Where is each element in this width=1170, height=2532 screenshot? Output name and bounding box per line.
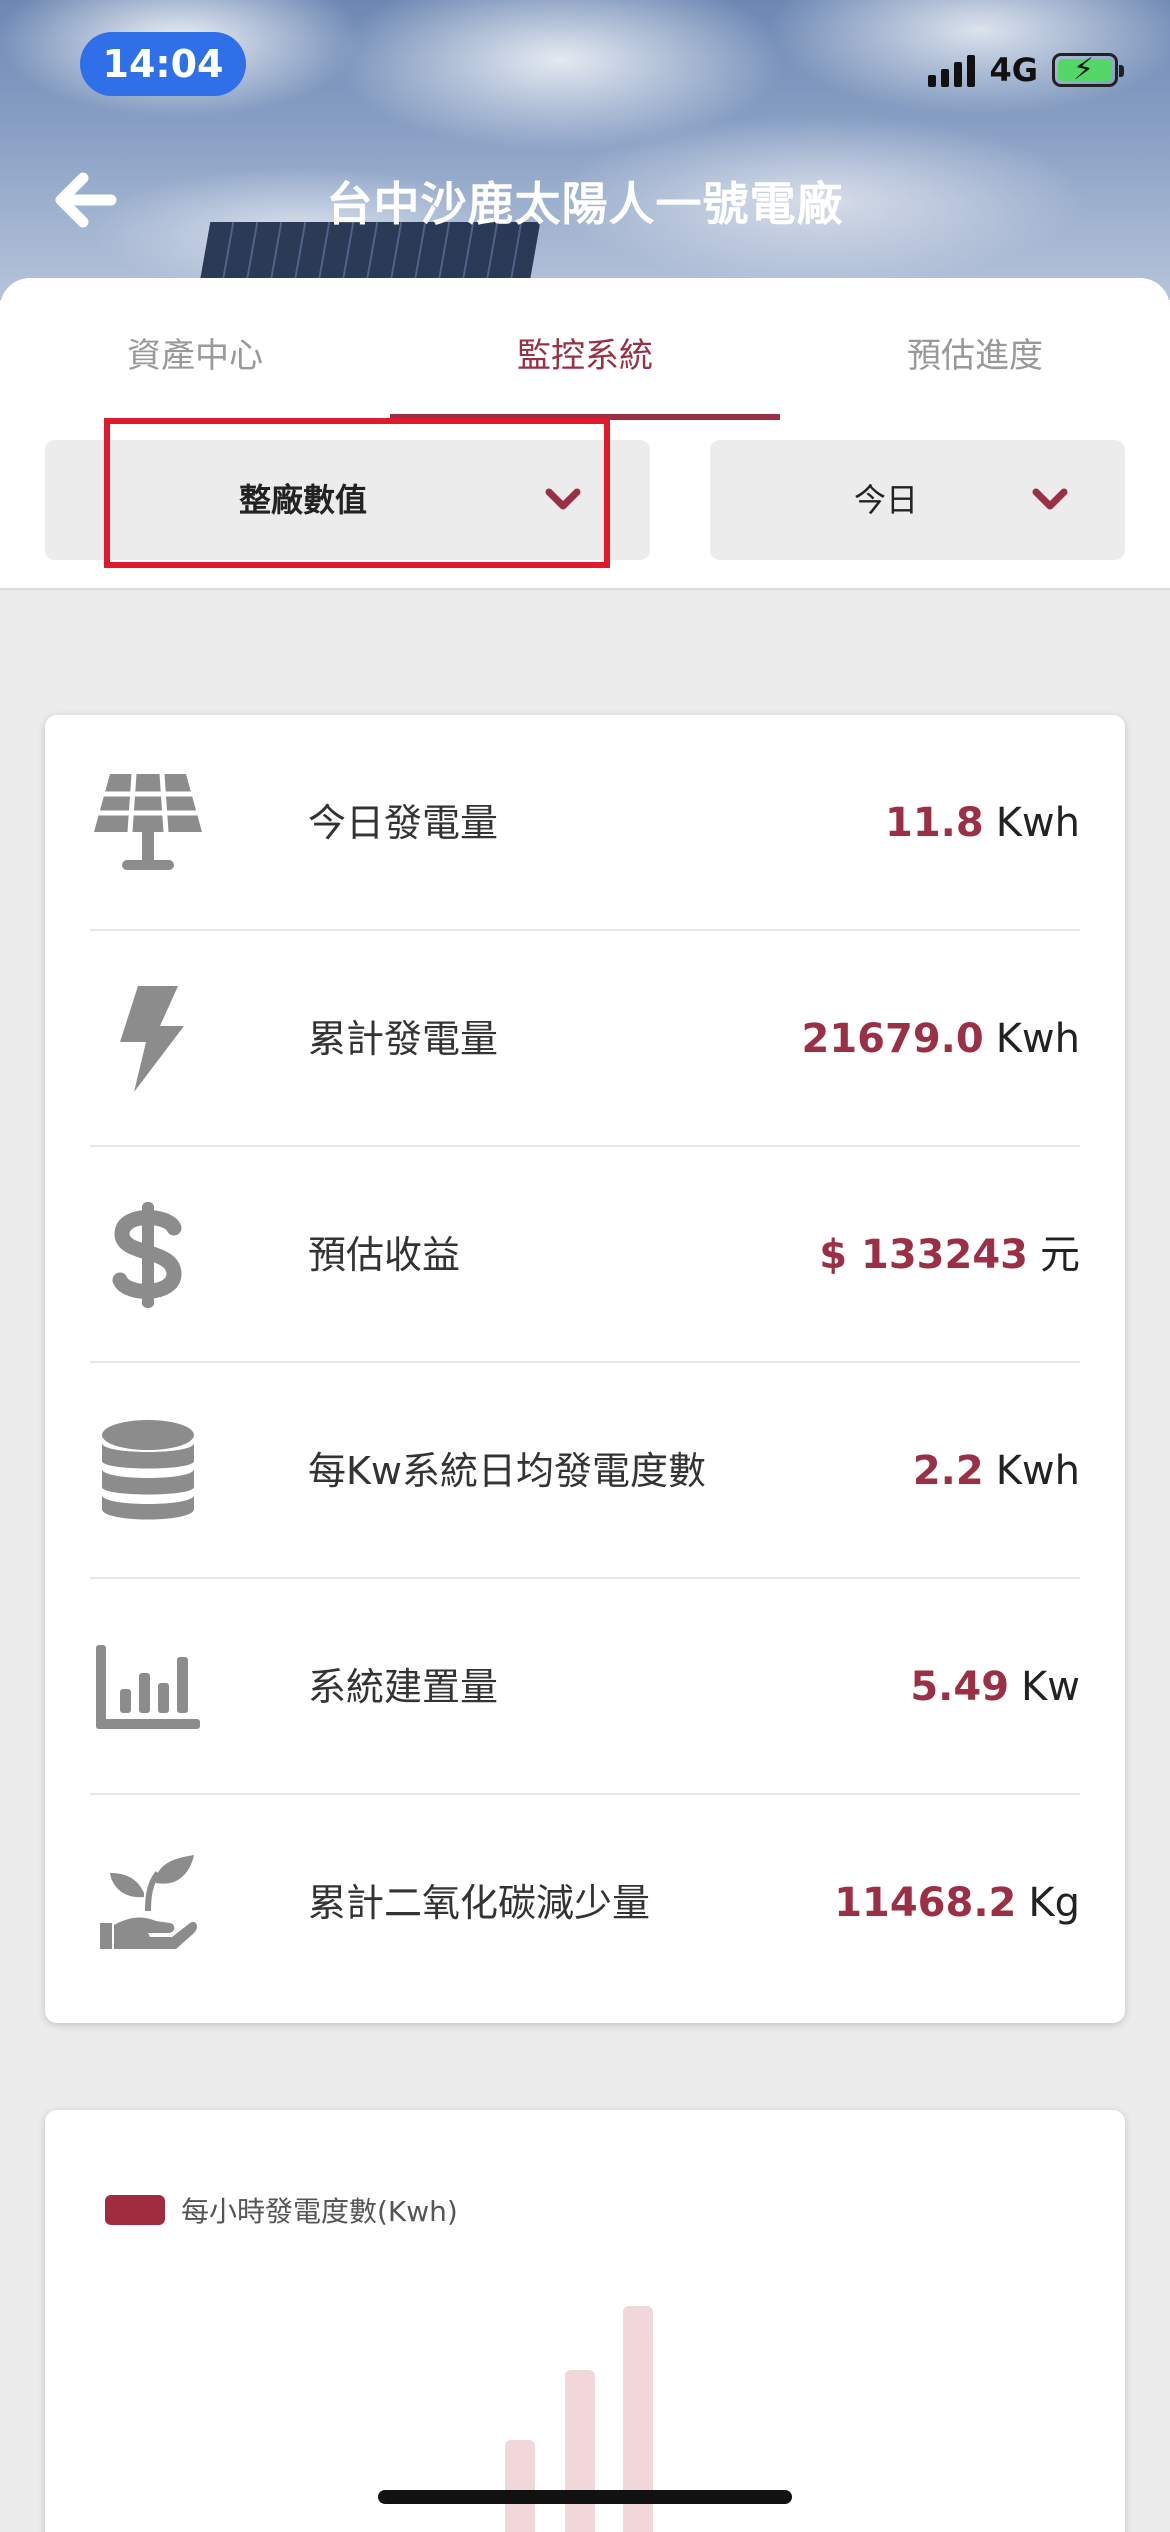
network-type: 4G [989, 51, 1038, 89]
stat-row-today-generation: 今日發電量 11.8 Kwh [90, 715, 1080, 931]
home-indicator [378, 2490, 792, 2504]
stats-card: 今日發電量 11.8 Kwh 累計發電量 21679.0 Kwh 預估收益 $ 13… [45, 715, 1125, 2023]
page-title: 台中沙鹿太陽人一號電廠 [326, 177, 844, 231]
stat-label: 系統建置量 [308, 1665, 499, 1709]
stat-value: 11468.2 Kg [834, 1880, 1080, 1926]
stat-label: 今日發電量 [308, 801, 499, 845]
tab-progress-estimate[interactable]: 預估進度 [780, 328, 1170, 377]
tab-asset-center[interactable]: 資產中心 [0, 328, 390, 377]
status-indicators: 4G ⚡ [928, 50, 1124, 90]
tab-monitoring[interactable]: 監控系統 [390, 328, 780, 377]
battery-icon: ⚡ [1052, 53, 1124, 87]
chevron-down-icon [1032, 488, 1068, 510]
period-dropdown-value: 今日 [854, 481, 919, 519]
tab-bar: 資產中心 監控系統 預估進度 [0, 278, 1170, 424]
chart-legend[interactable]: 每小時發電度數(Kwh) [105, 2190, 458, 2230]
stat-label: 累計發電量 [308, 1017, 499, 1061]
stat-value: $ 133243 元 [819, 1232, 1080, 1278]
stat-row-total-generation: 累計發電量 21679.0 Kwh [90, 931, 1080, 1147]
status-time: 14:04 [80, 32, 246, 96]
solar-panel-icon [90, 765, 206, 881]
hourly-chart-card: 每小時發電度數(Kwh) [45, 2110, 1125, 2532]
stat-value: 5.49 Kw [910, 1664, 1080, 1710]
stat-row-daily-avg-per-kw: 每Kw系統日均發電度數 2.2 Kwh [90, 1363, 1080, 1579]
stat-value: 11.8 Kwh [885, 800, 1080, 846]
stat-row-system-capacity: 系統建置量 5.49 Kw [90, 1579, 1080, 1795]
database-icon [90, 1413, 206, 1529]
chart-bar [505, 2440, 535, 2532]
legend-label: 每小時發電度數(Kwh) [181, 2195, 458, 2228]
stat-label: 每Kw系統日均發電度數 [308, 1449, 706, 1493]
dollar-icon [90, 1197, 206, 1313]
chart-bar [565, 2370, 595, 2532]
legend-swatch [105, 2195, 165, 2225]
highlight-annotation-box [104, 418, 610, 568]
stat-label: 預估收益 [308, 1233, 461, 1277]
stat-label: 累計二氧化碳減少量 [308, 1881, 651, 1925]
bar-chart-icon [90, 1629, 206, 1745]
stat-row-co2-reduction: 累計二氧化碳減少量 11468.2 Kg [90, 1795, 1080, 2011]
lightning-icon [90, 981, 206, 1097]
plant-hand-icon [90, 1845, 206, 1961]
stat-value: 2.2 Kwh [912, 1448, 1080, 1494]
period-dropdown[interactable]: 今日 [710, 440, 1125, 560]
signal-icon [928, 53, 976, 87]
stat-value: 21679.0 Kwh [801, 1016, 1080, 1062]
stat-row-estimated-revenue: 預估收益 $ 133243 元 [90, 1147, 1080, 1363]
